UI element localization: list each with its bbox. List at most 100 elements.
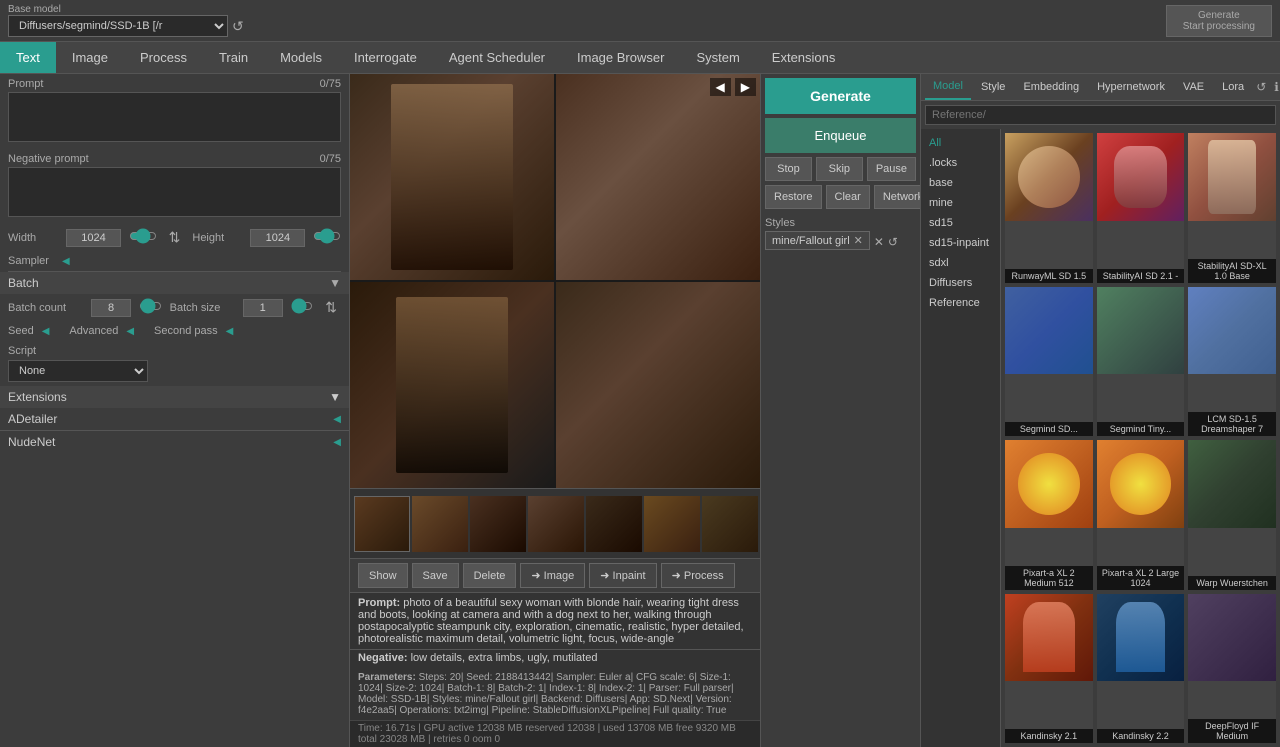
thumb-5[interactable] — [586, 496, 642, 552]
delete-button[interactable]: Delete — [463, 563, 517, 588]
model-browser-tabs: Model Style Embedding Hypernetwork VAE L… — [921, 74, 1280, 101]
batch-count-slider[interactable] — [139, 298, 162, 314]
model-tab-hypernetwork[interactable]: Hypernetwork — [1089, 75, 1173, 99]
tab-process[interactable]: Process — [124, 42, 203, 73]
model-card-deepfloyd[interactable]: DeepFloyd IF Medium — [1188, 594, 1276, 744]
seed-row: Seed ◀ Advanced ◀ Second pass ◀ — [0, 321, 349, 341]
to-image-button[interactable]: ➜ Image — [520, 563, 585, 588]
model-tab-vae[interactable]: VAE — [1175, 75, 1212, 99]
model-search-input[interactable] — [925, 105, 1276, 125]
neg-prompt-input[interactable] — [8, 167, 341, 217]
sampler-arrow[interactable]: ◀ — [62, 256, 70, 267]
thumb-7[interactable] — [702, 496, 758, 552]
save-button[interactable]: Save — [412, 563, 459, 588]
generate-button[interactable]: Generate — [765, 78, 916, 114]
height-input[interactable]: 1024 — [250, 229, 305, 247]
pause-button[interactable]: Pause — [867, 157, 916, 181]
to-inpaint-button[interactable]: ➜ Inpaint — [589, 563, 656, 588]
skip-button[interactable]: Skip — [816, 157, 863, 181]
sidebar-item-base[interactable]: base — [921, 173, 1000, 193]
model-card-runway[interactable]: RunwayML SD 1.5 — [1005, 133, 1093, 283]
model-card-stability21[interactable]: StabilityAI SD 2.1 - — [1097, 133, 1185, 283]
extensions-header[interactable]: Extensions ▼ — [0, 386, 349, 408]
sidebar-item-sdxl[interactable]: sdxl — [921, 253, 1000, 273]
seed-arrow[interactable]: ◀ — [42, 326, 50, 337]
model-card-warp[interactable]: Warp Wuerstchen — [1188, 440, 1276, 590]
model-search-area — [921, 101, 1280, 129]
sidebar-item-sd15[interactable]: sd15 — [921, 213, 1000, 233]
model-card-pixart-medium-label: Pixart-a XL 2 Medium 512 — [1005, 566, 1093, 590]
refresh-button[interactable]: ↺ — [232, 18, 244, 35]
tab-models[interactable]: Models — [264, 42, 338, 73]
batch-size-input[interactable]: 1 — [243, 299, 283, 317]
sidebar-item-mine[interactable]: mine — [921, 193, 1000, 213]
sidebar-item-reference[interactable]: Reference — [921, 293, 1000, 313]
tab-image-browser[interactable]: Image Browser — [561, 42, 680, 73]
width-input[interactable]: 1024 — [66, 229, 121, 247]
thumb-2[interactable] — [412, 496, 468, 552]
advanced-arrow[interactable]: ◀ — [126, 326, 134, 337]
adetailer-arrow[interactable]: ◀ — [333, 414, 341, 425]
script-select[interactable]: None — [8, 360, 148, 382]
generate-top-button[interactable]: Generate Start processing — [1166, 5, 1272, 37]
batch-size-slider[interactable] — [291, 298, 314, 314]
model-select[interactable]: Diffusers/segmind/SSD-1B [/r — [8, 15, 228, 37]
height-label: Height — [192, 232, 242, 244]
second-pass-arrow[interactable]: ◀ — [226, 326, 234, 337]
clear-button[interactable]: Clear — [826, 185, 870, 209]
model-card-pixart-medium[interactable]: Pixart-a XL 2 Medium 512 — [1005, 440, 1093, 590]
thumb-1[interactable] — [354, 496, 410, 552]
tab-interrogate[interactable]: Interrogate — [338, 42, 433, 73]
tab-extensions[interactable]: Extensions — [756, 42, 852, 73]
nudenet-arrow[interactable]: ◀ — [333, 437, 341, 448]
thumb-3[interactable] — [470, 496, 526, 552]
info-icon[interactable]: ℹ — [1272, 78, 1280, 96]
model-tab-model[interactable]: Model — [925, 74, 971, 100]
model-card-kandinsky22[interactable]: Kandinsky 2.2 — [1097, 594, 1185, 744]
model-card-pixart-large[interactable]: Pixart-a XL 2 Large 1024 — [1097, 440, 1185, 590]
prev-image-btn[interactable]: ◀ — [710, 78, 731, 96]
tab-system[interactable]: System — [680, 42, 755, 73]
next-image-btn[interactable]: ▶ — [735, 78, 756, 96]
script-label: Script — [8, 345, 341, 357]
prompt-label: Prompt — [8, 78, 43, 90]
tab-text[interactable]: Text — [0, 42, 56, 73]
width-slider[interactable] — [129, 228, 157, 244]
model-card-segmind-tiny[interactable]: Segmind Tiny... — [1097, 287, 1185, 437]
sidebar-item-sd15-inpaint[interactable]: sd15-inpaint — [921, 233, 1000, 253]
model-card-stabilityxl-label: StabilityAI SD-XL 1.0 Base — [1188, 259, 1276, 283]
enqueue-button[interactable]: Enqueue — [765, 118, 916, 153]
thumb-6[interactable] — [644, 496, 700, 552]
model-tab-embedding[interactable]: Embedding — [1015, 75, 1087, 99]
reload-styles-icon[interactable]: ↺ — [888, 235, 898, 249]
model-card-stabilityxl[interactable]: StabilityAI SD-XL 1.0 Base — [1188, 133, 1276, 283]
batch-arrow: ▼ — [329, 276, 341, 290]
model-card-segmind-label: Segmind SD... — [1005, 422, 1093, 436]
tab-train[interactable]: Train — [203, 42, 264, 73]
tab-agent-scheduler[interactable]: Agent Scheduler — [433, 42, 561, 73]
stop-button[interactable]: Stop — [765, 157, 812, 181]
prompt-input[interactable] — [8, 92, 341, 142]
thumb-4[interactable] — [528, 496, 584, 552]
batch-header[interactable]: Batch ▼ — [0, 272, 349, 294]
to-process-button[interactable]: ➜ Process — [661, 563, 735, 588]
sidebar-item-all[interactable]: All — [921, 133, 1000, 153]
height-slider[interactable] — [313, 228, 341, 244]
sidebar-item-locks[interactable]: .locks — [921, 153, 1000, 173]
show-button[interactable]: Show — [358, 563, 408, 588]
style-tag-1-close[interactable]: ✕ — [854, 234, 863, 247]
sidebar-item-diffusers[interactable]: Diffusers — [921, 273, 1000, 293]
batch-swap-icon[interactable]: ⇅ — [325, 299, 337, 316]
model-card-lcm[interactable]: LCM SD-1.5 Dreamshaper 7 — [1188, 287, 1276, 437]
model-card-segmind[interactable]: Segmind SD... — [1005, 287, 1093, 437]
model-label: Base model — [8, 4, 244, 15]
model-card-kandinsky21[interactable]: Kandinsky 2.1 — [1005, 594, 1093, 744]
refresh-models-icon[interactable]: ↺ — [1254, 78, 1268, 96]
batch-count-input[interactable]: 8 — [91, 299, 131, 317]
swap-icon[interactable]: ⇅ — [169, 229, 181, 246]
model-tab-style[interactable]: Style — [973, 75, 1013, 99]
style-tag-2-close[interactable]: ✕ — [874, 235, 884, 249]
restore-button[interactable]: Restore — [765, 185, 822, 209]
model-tab-lora[interactable]: Lora — [1214, 75, 1252, 99]
tab-image[interactable]: Image — [56, 42, 124, 73]
